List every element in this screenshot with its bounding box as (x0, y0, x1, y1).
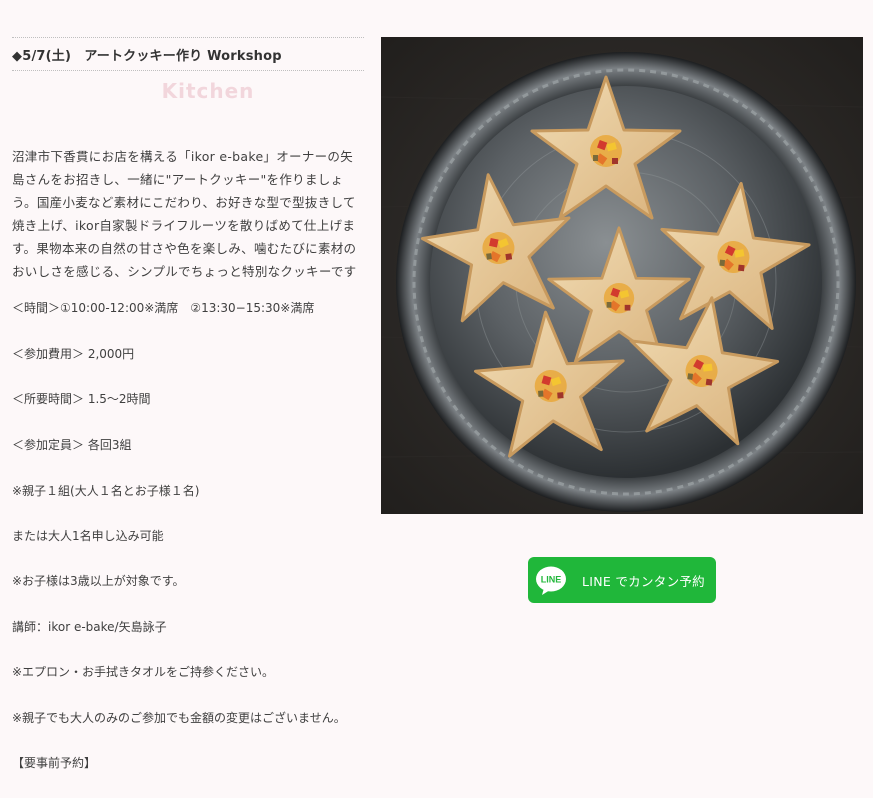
capacity-info: ＜参加定員＞ 各回3組 (12, 438, 132, 452)
instructor-info: 講師：ikor e-bake/矢島詠子 (12, 620, 167, 634)
event-description: 沼津市下香貫にお店を構える「ikor e-bake」オーナーの矢島さんをお招きし… (12, 149, 357, 279)
note-adult: または大人1名申し込み可能 (12, 529, 164, 543)
star-cookies-photo (381, 37, 863, 514)
note-price: ※親子でも大人のみのご参加でも金額の変更はございません。 (12, 711, 346, 725)
fee-info: ＜参加費用＞ 2,000円 (12, 347, 135, 361)
line-button-label: LINE でカンタン予約 (582, 573, 705, 589)
reservation-note: 【要事前予約】 (12, 756, 97, 770)
photo-illustration (381, 37, 863, 514)
event-title: ◆5/7(土) アートクッキー作り Workshop (12, 37, 364, 71)
note-age: ※お子様は3歳以上が対象です。 (12, 574, 185, 588)
note-parent-child: ※親子１組(大人１名とお子様１名) (12, 484, 200, 498)
page: ◆5/7(土) アートクッキー作り Workshop Kitchen 沼津市下香… (0, 0, 873, 798)
note-items: ※エプロン・お手拭きタオルをご持参ください。 (12, 665, 275, 679)
category-label: Kitchen (161, 79, 255, 103)
time-info: ＜時間＞①10:00-12:00※満席 ②13:30−15:30※満席 (12, 301, 315, 315)
line-logo-icon: LINE (534, 563, 568, 597)
duration-info: ＜所要時間＞ 1.5〜2時間 (12, 392, 151, 406)
event-details: ◆5/7(土) アートクッキー作り Workshop Kitchen 沼津市下香… (12, 37, 364, 283)
line-reservation-button[interactable]: LINE LINE でカンタン予約 (528, 557, 716, 603)
line-logo-text: LINE (541, 575, 562, 585)
